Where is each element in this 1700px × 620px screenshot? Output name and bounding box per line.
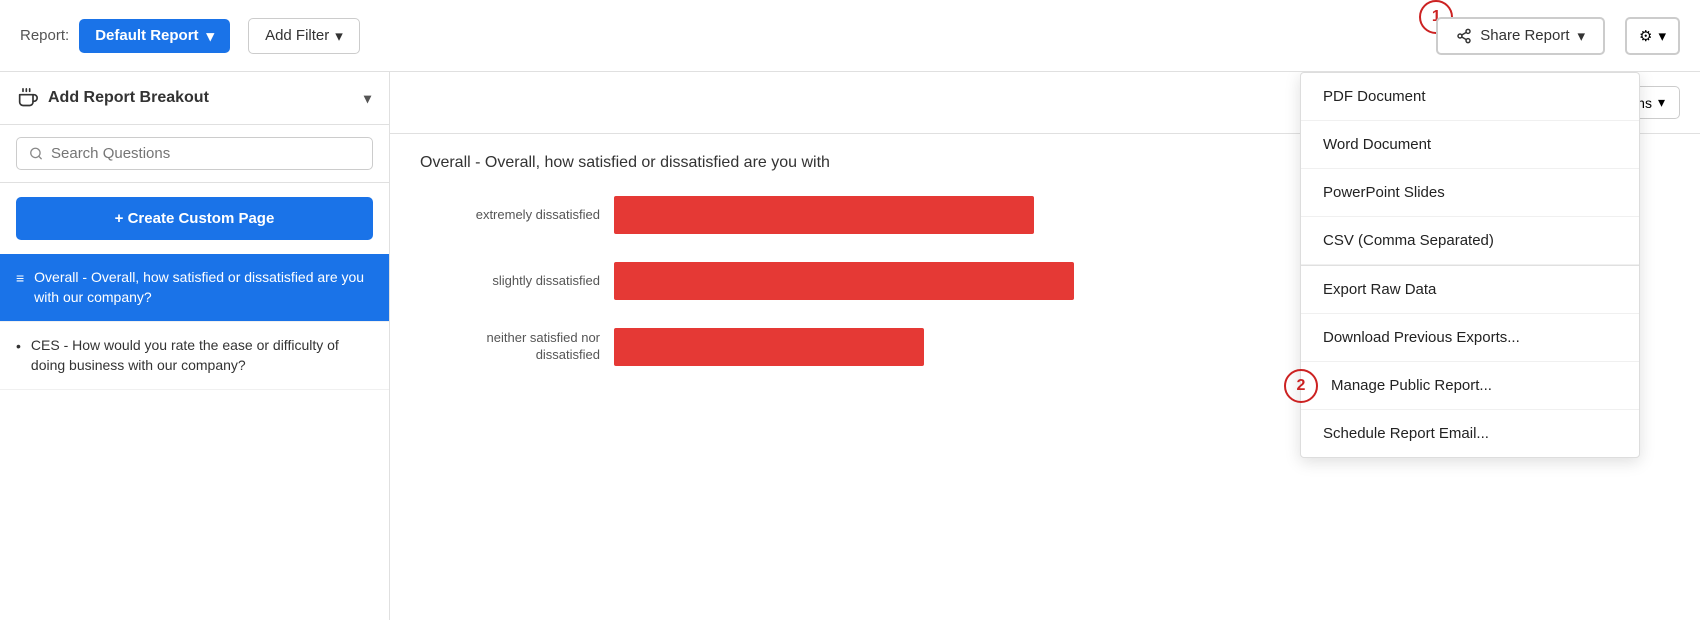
sidebar-item-ces[interactable]: • CES - How would you rate the ease or d…	[0, 322, 389, 390]
chevron-down-icon: ▾	[1658, 94, 1665, 111]
dropdown-item-powerpoint[interactable]: PowerPoint Slides	[1301, 169, 1639, 217]
sidebar-item-label: CES - How would you rate the ease or dif…	[31, 336, 373, 375]
main-content: Options ▾ Overall - Overall, how satisfi…	[390, 72, 1700, 620]
breakout-label: Add Report Breakout	[48, 89, 209, 107]
default-report-button[interactable]: Default Report ▾	[79, 19, 230, 53]
share-report-button[interactable]: Share Report ▾	[1436, 17, 1605, 55]
search-input-wrap[interactable]	[16, 137, 373, 170]
add-filter-label: Add Filter	[265, 27, 329, 44]
dropdown-item-schedule-email[interactable]: Schedule Report Email...	[1301, 410, 1639, 457]
dropdown-item-label: Schedule Report Email...	[1323, 425, 1489, 442]
bar-3	[614, 328, 924, 366]
settings-button[interactable]: ⚙ ▾	[1625, 17, 1680, 55]
dropdown-item-pdf[interactable]: PDF Document	[1301, 73, 1639, 121]
dropdown-item-label: Export Raw Data	[1323, 281, 1436, 298]
main-layout: Add Report Breakout ▾ + Create Custom Pa…	[0, 72, 1700, 620]
share-report-label: Share Report	[1480, 27, 1569, 44]
add-report-breakout-row[interactable]: Add Report Breakout ▾	[0, 72, 389, 125]
create-custom-page-button[interactable]: + Create Custom Page	[16, 197, 373, 240]
chevron-down-icon: ▾	[335, 27, 343, 45]
gear-icon: ⚙	[1639, 27, 1652, 45]
list-icon: •	[16, 338, 21, 354]
dropdown-item-label: CSV (Comma Separated)	[1323, 232, 1494, 249]
dropdown-item-download-previous[interactable]: Download Previous Exports...	[1301, 314, 1639, 362]
sidebar: Add Report Breakout ▾ + Create Custom Pa…	[0, 72, 390, 620]
default-report-label: Default Report	[95, 27, 198, 44]
search-row	[0, 125, 389, 183]
dropdown-item-label: Manage Public Report...	[1331, 377, 1492, 394]
bar-label-2: slightly dissatisfied	[420, 273, 600, 290]
sidebar-items: ≡ Overall - Overall, how satisfied or di…	[0, 254, 389, 620]
bar-2	[614, 262, 1074, 300]
report-label: Report:	[20, 27, 69, 44]
add-filter-button[interactable]: Add Filter ▾	[248, 18, 360, 54]
breakout-icon	[18, 88, 38, 108]
header: Report: Default Report ▾ Add Filter ▾ 1 …	[0, 0, 1700, 72]
dropdown-item-label: Download Previous Exports...	[1323, 329, 1520, 346]
bar-1	[614, 196, 1034, 234]
chevron-down-icon: ▾	[364, 90, 371, 107]
list-icon: ≡	[16, 270, 24, 286]
dropdown-item-export-raw[interactable]: Export Raw Data	[1301, 265, 1639, 314]
dropdown-item-label: Word Document	[1323, 136, 1431, 153]
create-custom-label: + Create Custom Page	[115, 210, 275, 227]
dropdown-item-manage-public[interactable]: 2 Manage Public Report...	[1301, 362, 1639, 410]
search-icon	[29, 146, 43, 161]
bar-label-1: extremely dissatisfied	[420, 207, 600, 224]
step-badge-2: 2	[1284, 369, 1318, 403]
dropdown-item-csv[interactable]: CSV (Comma Separated)	[1301, 217, 1639, 265]
chevron-down-icon: ▾	[1577, 27, 1585, 45]
sidebar-item-label: Overall - Overall, how satisfied or diss…	[34, 268, 373, 307]
bar-label-3: neither satisfied nor dissatisfied	[420, 330, 600, 364]
chevron-down-icon: ▾	[207, 27, 215, 45]
sidebar-item-overall[interactable]: ≡ Overall - Overall, how satisfied or di…	[0, 254, 389, 322]
dropdown-item-label: PowerPoint Slides	[1323, 184, 1445, 201]
share-icon	[1456, 28, 1472, 44]
dropdown-item-word[interactable]: Word Document	[1301, 121, 1639, 169]
dropdown-item-label: PDF Document	[1323, 88, 1426, 105]
gear-chevron: ▾	[1658, 27, 1666, 45]
share-report-dropdown: PDF Document Word Document PowerPoint Sl…	[1300, 72, 1640, 458]
search-input[interactable]	[51, 145, 360, 162]
